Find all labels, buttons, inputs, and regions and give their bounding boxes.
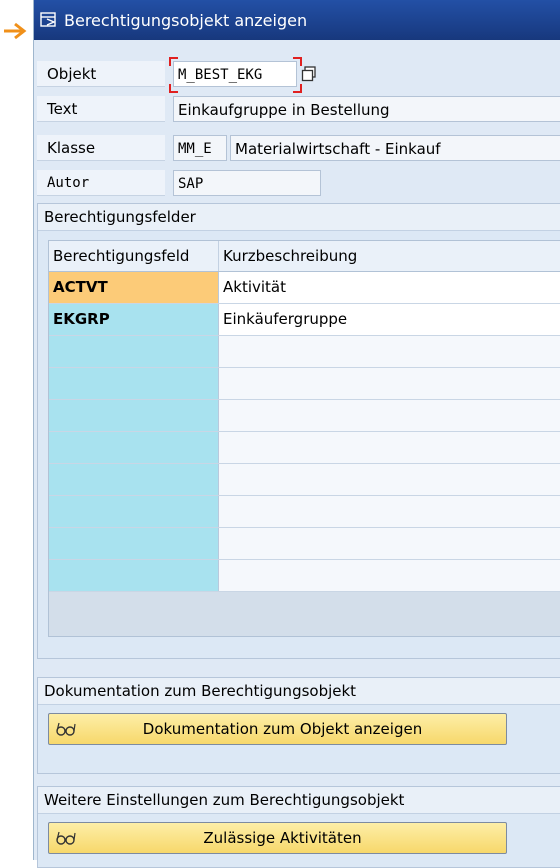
display-icon — [40, 12, 56, 27]
table-row[interactable]: ACTVT Aktivität — [49, 272, 560, 304]
empty-cell[interactable] — [219, 528, 560, 559]
empty-cell[interactable] — [49, 368, 219, 399]
text-row: Text Einkaufgruppe in Bestellung — [34, 96, 560, 124]
group-header: Dokumentation zum Berechtigungsobjekt — [38, 678, 560, 705]
klasse-label: Klasse — [37, 135, 165, 161]
klasse-code-field: MM_E — [173, 135, 227, 161]
objekt-field[interactable]: M_BEST_EKG — [173, 61, 297, 87]
empty-cell[interactable] — [49, 560, 219, 591]
pointer-arrow-icon — [4, 22, 27, 40]
objekt-label: Objekt — [37, 61, 165, 87]
empty-row[interactable] — [49, 496, 560, 528]
empty-row[interactable] — [49, 464, 560, 496]
group-header: Weitere Einstellungen zum Berechtigungso… — [38, 787, 560, 814]
focus-corner — [169, 84, 178, 93]
glasses-icon — [56, 722, 76, 736]
table-row[interactable]: EKGRP Einkäufergruppe — [49, 304, 560, 336]
focus-corner — [293, 84, 302, 93]
empty-cell[interactable] — [219, 560, 560, 591]
text-label: Text — [37, 96, 165, 122]
button-label: Dokumentation zum Objekt anzeigen — [142, 720, 423, 738]
empty-cell[interactable] — [49, 464, 219, 495]
empty-cell[interactable] — [219, 464, 560, 495]
klasse-description-field: Materialwirtschaft - Einkauf — [230, 135, 560, 161]
empty-cell[interactable] — [219, 496, 560, 527]
field-description-cell[interactable]: Einkäufergruppe — [219, 304, 560, 335]
field-name-cell[interactable]: EKGRP — [49, 304, 219, 335]
table-header: Berechtigungsfeld Kurzbeschreibung — [49, 241, 560, 272]
window-title: Berechtigungsobjekt anzeigen — [64, 10, 308, 30]
empty-cell[interactable] — [219, 400, 560, 431]
empty-cell[interactable] — [49, 528, 219, 559]
autor-label: Autor — [37, 170, 165, 196]
column-header[interactable]: Kurzbeschreibung — [219, 241, 560, 271]
field-name-cell[interactable]: ACTVT — [49, 272, 219, 303]
empty-row[interactable] — [49, 336, 560, 368]
glasses-icon — [56, 831, 76, 845]
empty-row[interactable] — [49, 432, 560, 464]
show-documentation-button[interactable]: Dokumentation zum Objekt anzeigen — [48, 713, 507, 745]
empty-cell[interactable] — [219, 432, 560, 463]
copy-icon[interactable] — [299, 64, 319, 84]
table-footer — [49, 592, 560, 636]
empty-cell[interactable] — [49, 432, 219, 463]
further-settings-group: Weitere Einstellungen zum Berechtigungso… — [37, 786, 560, 868]
title-bar: Berechtigungsobjekt anzeigen — [34, 0, 560, 40]
sap-window: Berechtigungsobjekt anzeigen Objekt M_BE… — [33, 0, 560, 868]
empty-cell[interactable] — [49, 336, 219, 367]
focus-corner — [169, 57, 178, 66]
authorization-fields-table: Berechtigungsfeld Kurzbeschreibung ACTVT… — [48, 240, 560, 637]
klasse-row: Klasse MM_E Materialwirtschaft - Einkauf — [34, 135, 560, 163]
empty-row[interactable] — [49, 560, 560, 592]
autor-row: Autor SAP — [34, 170, 560, 198]
button-label: Zulässige Aktivitäten — [203, 829, 362, 847]
empty-cell[interactable] — [219, 368, 560, 399]
field-description-cell[interactable]: Aktivität — [219, 272, 560, 303]
empty-row[interactable] — [49, 400, 560, 432]
empty-cell[interactable] — [219, 336, 560, 367]
permitted-activities-button[interactable]: Zulässige Aktivitäten — [48, 822, 507, 854]
empty-cell[interactable] — [49, 400, 219, 431]
empty-row[interactable] — [49, 528, 560, 560]
objekt-row: Objekt M_BEST_EKG — [34, 57, 560, 93]
group-header: Berechtigungsfelder — [38, 204, 560, 231]
column-header[interactable]: Berechtigungsfeld — [49, 241, 219, 271]
text-field: Einkaufgruppe in Bestellung — [173, 96, 560, 122]
empty-row[interactable] — [49, 368, 560, 400]
empty-cell[interactable] — [49, 496, 219, 527]
authorization-fields-group: Berechtigungsfelder Berechtigungsfeld Ku… — [37, 203, 560, 659]
autor-field: SAP — [173, 170, 321, 196]
documentation-group: Dokumentation zum Berechtigungsobjekt Do… — [37, 677, 560, 774]
